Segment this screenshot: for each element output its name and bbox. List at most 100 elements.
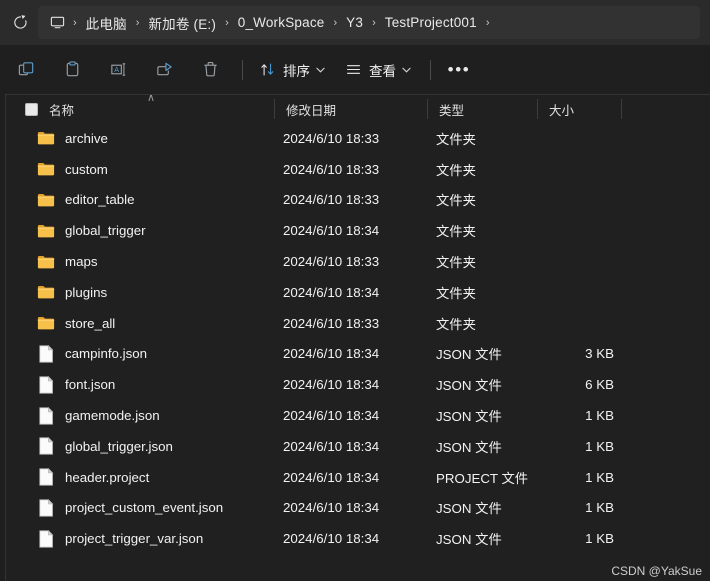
table-row[interactable]: gamemode.json 2024/6/10 18:34 JSON 文件 1 KB xyxy=(6,400,710,431)
table-row[interactable]: campinfo.json 2024/6/10 18:34 JSON 文件 3 KB xyxy=(6,339,710,370)
file-name-label: custom xyxy=(65,161,108,177)
table-row[interactable]: custom 2024/6/10 18:33 文件夹 xyxy=(6,154,710,185)
file-size-cell: 1 KB xyxy=(585,500,614,516)
breadcrumb-item-testproject001[interactable]: TestProject001 xyxy=(379,12,483,33)
share-button[interactable] xyxy=(144,53,184,87)
select-all-checkbox[interactable] xyxy=(25,103,38,116)
file-type-cell: 文件夹 xyxy=(436,316,476,332)
file-name-cell[interactable]: custom xyxy=(36,160,108,178)
file-name-cell[interactable]: campinfo.json xyxy=(36,344,148,363)
folder-icon xyxy=(36,283,56,301)
column-divider[interactable] xyxy=(427,99,428,119)
file-date-cell: 2024/6/10 18:34 xyxy=(283,500,380,516)
column-header-type[interactable]: 类型 xyxy=(427,95,539,123)
table-row[interactable]: global_trigger.json 2024/6/10 18:34 JSON 文… xyxy=(6,431,710,462)
table-row[interactable]: project_trigger_var.json 2024/6/10 18:34 J… xyxy=(6,523,710,554)
delete-button[interactable] xyxy=(190,53,230,87)
breadcrumb-item-workspace[interactable]: 0_WorkSpace xyxy=(232,12,331,33)
table-row[interactable]: global_trigger 2024/6/10 18:34 文件夹 xyxy=(6,215,710,246)
command-toolbar: A 排序 查看 ••• xyxy=(0,45,710,94)
file-size-cell: 1 KB xyxy=(585,531,614,547)
file-name-cell[interactable]: project_trigger_var.json xyxy=(36,529,204,548)
table-row[interactable]: font.json 2024/6/10 18:34 JSON 文件 6 KB xyxy=(6,369,710,400)
sort-arrows-icon xyxy=(259,61,276,78)
file-date-cell: 2024/6/10 18:33 xyxy=(283,315,380,331)
breadcrumb-separator: › xyxy=(73,16,77,29)
file-date-cell: 2024/6/10 18:34 xyxy=(283,469,380,485)
file-name-label: project_trigger_var.json xyxy=(65,531,204,547)
toolbar-divider xyxy=(242,59,243,80)
file-name-cell[interactable]: plugins xyxy=(36,283,107,301)
file-name-cell[interactable]: editor_table xyxy=(36,191,135,209)
breadcrumb-item-volume-e[interactable]: 新加卷 (E:) xyxy=(142,10,222,36)
file-name-cell[interactable]: maps xyxy=(36,253,98,271)
table-row[interactable]: archive 2024/6/10 18:33 文件夹 xyxy=(6,123,710,154)
more-options-button[interactable]: ••• xyxy=(440,54,478,86)
file-name-label: header.project xyxy=(65,469,150,485)
table-row[interactable]: maps 2024/6/10 18:33 文件夹 xyxy=(6,246,710,277)
file-name-label: font.json xyxy=(65,377,116,393)
column-header-type-label: 类型 xyxy=(439,103,465,118)
file-name-label: campinfo.json xyxy=(65,346,148,362)
chevron-down-icon xyxy=(402,65,411,75)
breadcrumb-separator: › xyxy=(333,16,338,29)
copy-button[interactable] xyxy=(6,53,46,87)
file-date-cell: 2024/6/10 18:34 xyxy=(283,346,380,362)
folder-icon xyxy=(36,191,56,209)
file-name-label: maps xyxy=(65,254,98,270)
file-date-cell: 2024/6/10 18:33 xyxy=(283,254,380,270)
refresh-button[interactable] xyxy=(3,6,37,40)
file-name-cell[interactable]: global_trigger.json xyxy=(36,437,173,455)
column-header-extra[interactable] xyxy=(621,95,710,123)
breadcrumb-item-y3[interactable]: Y3 xyxy=(340,12,369,33)
table-row[interactable]: project_custom_event.json 2024/6/10 18:34… xyxy=(6,493,710,524)
file-name-label: global_trigger xyxy=(65,223,146,239)
column-header-name[interactable]: 名称 xyxy=(49,95,74,123)
file-name-cell[interactable]: header.project xyxy=(36,468,149,486)
table-row[interactable]: header.project 2024/6/10 18:34 PROJECT 文件 1… xyxy=(6,462,710,493)
column-header-date[interactable]: 修改日期 xyxy=(274,95,431,123)
view-menu-button[interactable]: 查看 xyxy=(338,54,418,86)
address-field[interactable]: › 此电脑 › 新加卷 (E:) › 0_WorkSpace › Y3 › Te… xyxy=(38,6,700,39)
sort-menu-button[interactable]: 排序 xyxy=(252,54,332,86)
file-name-label: store_all xyxy=(65,315,116,331)
file-name-cell[interactable]: gamemode.json xyxy=(36,406,160,425)
file-name-cell[interactable]: global_trigger xyxy=(36,222,146,240)
folder-icon xyxy=(36,160,56,178)
file-name-cell[interactable]: archive xyxy=(36,129,108,147)
file-type-cell: JSON 文件 xyxy=(436,439,502,455)
column-header-size[interactable]: 大小 xyxy=(537,95,623,123)
column-divider[interactable] xyxy=(274,99,275,119)
table-row[interactable]: editor_table 2024/6/10 18:33 文件夹 xyxy=(6,185,710,216)
file-size-cell: 1 KB xyxy=(585,469,614,485)
sort-label: 排序 xyxy=(283,63,310,79)
file-type-cell: JSON 文件 xyxy=(436,378,502,394)
breadcrumb-separator: › xyxy=(485,16,490,29)
file-type-cell: JSON 文件 xyxy=(436,532,502,548)
document-icon xyxy=(36,375,56,394)
table-row[interactable]: plugins 2024/6/10 18:34 文件夹 xyxy=(6,277,710,308)
breadcrumb-item-this-pc[interactable]: 此电脑 xyxy=(80,10,133,36)
file-name-cell[interactable]: store_all xyxy=(36,314,115,332)
folder-icon xyxy=(36,253,56,271)
rename-icon: A xyxy=(110,63,125,76)
column-divider[interactable] xyxy=(621,99,622,119)
column-header-row: ∧ 名称 修改日期 类型 大小 xyxy=(6,95,710,123)
file-type-cell: 文件夹 xyxy=(436,162,476,178)
column-divider[interactable] xyxy=(537,99,538,119)
file-name-cell[interactable]: project_custom_event.json xyxy=(36,498,223,517)
column-header-name-label: 名称 xyxy=(49,103,75,118)
chevron-down-icon xyxy=(316,65,325,75)
paste-button[interactable] xyxy=(52,53,92,87)
rename-button[interactable]: A xyxy=(98,53,138,87)
copy-icon xyxy=(18,62,33,76)
address-bar: › 此电脑 › 新加卷 (E:) › 0_WorkSpace › Y3 › Te… xyxy=(0,0,710,45)
file-date-cell: 2024/6/10 18:34 xyxy=(283,408,380,424)
sort-indicator-icon: ∧ xyxy=(147,94,156,104)
document-icon xyxy=(36,468,56,486)
file-size-cell: 1 KB xyxy=(585,438,614,454)
document-icon xyxy=(36,406,56,425)
file-list-pane: ∧ 名称 修改日期 类型 大小 archive 2024/6/10 18:33 文件… xyxy=(5,94,710,581)
file-name-cell[interactable]: font.json xyxy=(36,375,116,394)
table-row[interactable]: store_all 2024/6/10 18:33 文件夹 xyxy=(6,308,710,339)
